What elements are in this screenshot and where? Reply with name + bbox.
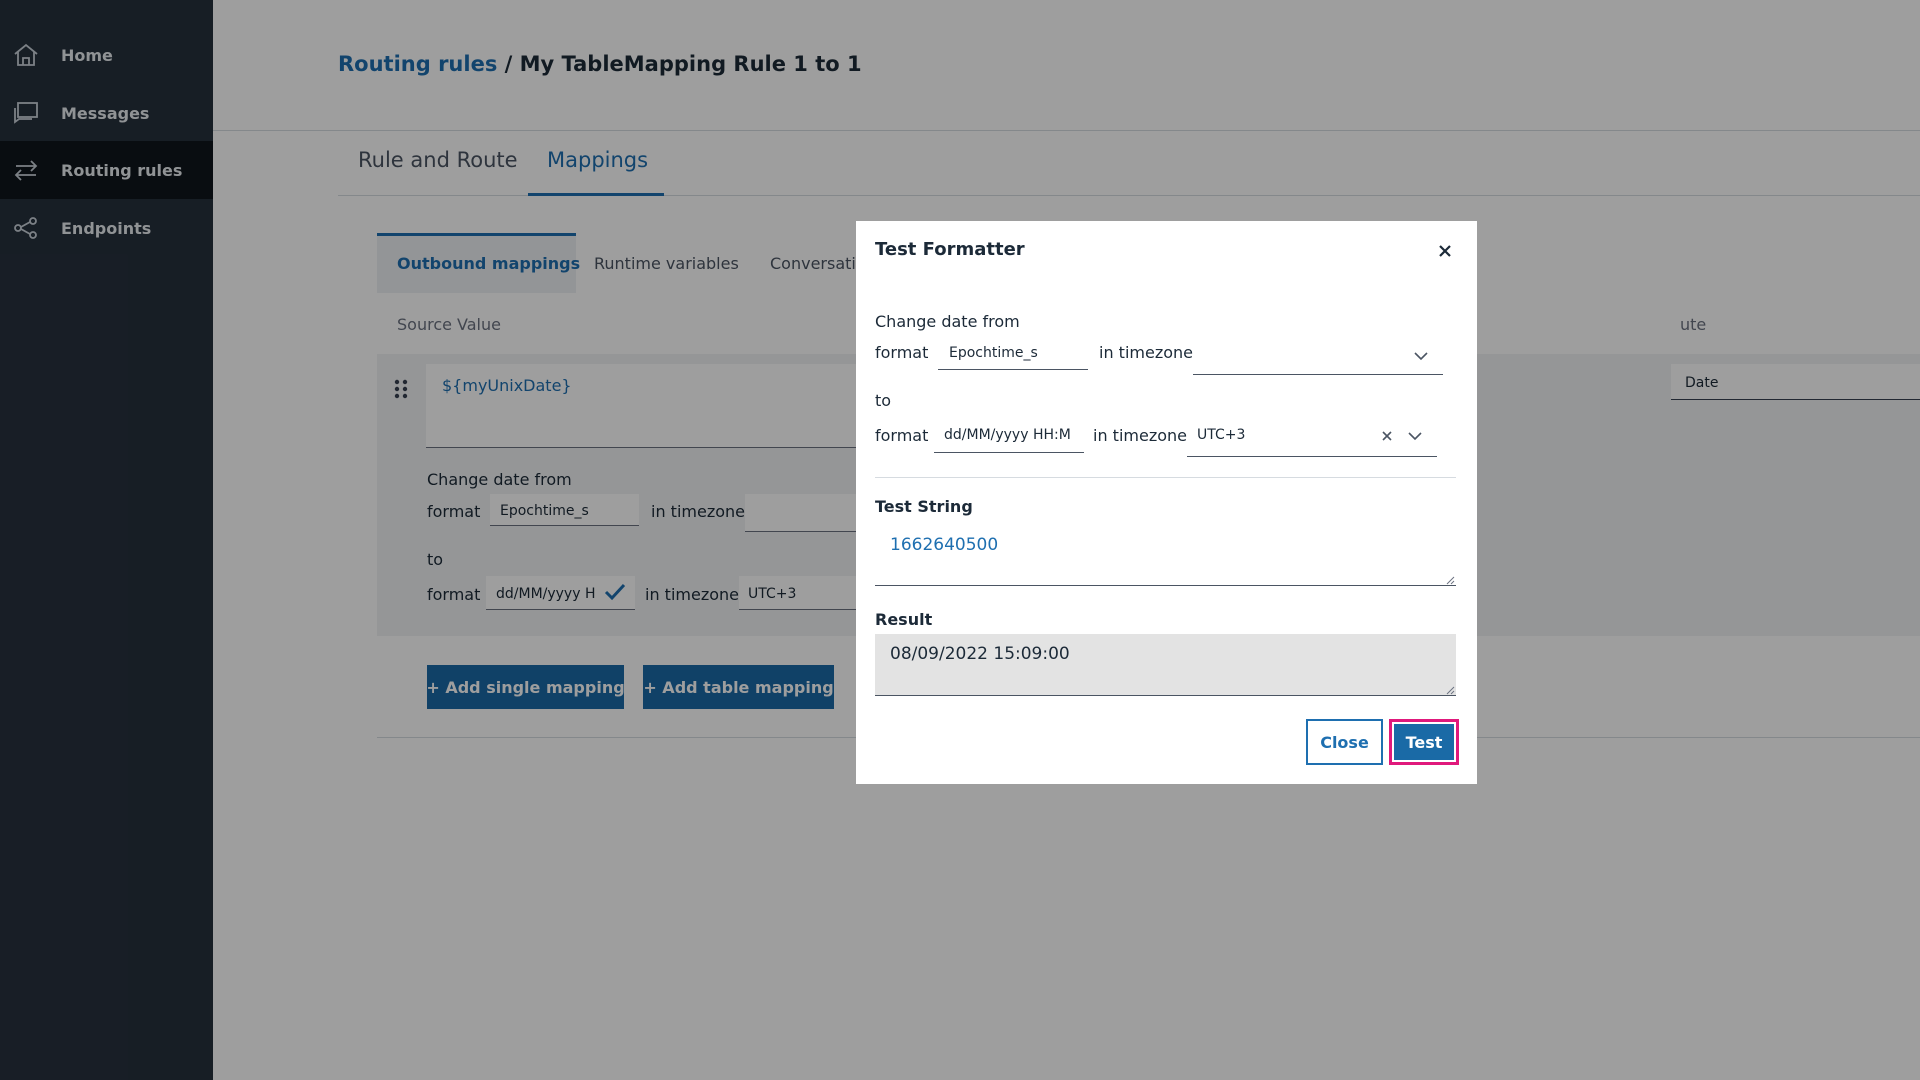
test-formatter-dialog: Test Formatter Change date from format E… (856, 221, 1477, 784)
test-string-label: Test String (875, 497, 973, 516)
chevron-down-icon[interactable] (1413, 351, 1429, 361)
close-icon[interactable] (1435, 241, 1455, 261)
format-label: format (875, 343, 929, 362)
clear-icon[interactable] (1381, 430, 1393, 442)
resize-handle-icon (1446, 686, 1455, 695)
format-label: format (875, 426, 929, 445)
result-value: 08/09/2022 15:09:00 (890, 644, 1070, 664)
in-timezone-label: in timezone (1093, 426, 1187, 445)
test-button[interactable]: Test (1394, 724, 1454, 760)
result-label: Result (875, 610, 933, 629)
chevron-down-icon[interactable] (1407, 431, 1423, 441)
test-button-focus-ring[interactable]: Test (1389, 719, 1459, 765)
test-string-value: 1662640500 (890, 535, 999, 555)
dialog-title: Test Formatter (875, 239, 1025, 260)
to-timezone-value: UTC+3 (1197, 427, 1246, 443)
to-label: to (875, 391, 892, 410)
from-timezone-select[interactable] (1193, 335, 1443, 375)
resize-handle-icon[interactable] (1446, 576, 1455, 585)
to-format-value: dd/MM/yyyy HH:M (944, 427, 1071, 443)
from-format-value: Epochtime_s (949, 345, 1038, 361)
in-timezone-label: in timezone (1099, 343, 1193, 362)
dialog-divider (875, 477, 1456, 478)
change-date-from-label: Change date from (875, 312, 1020, 331)
close-button[interactable]: Close (1306, 719, 1383, 765)
